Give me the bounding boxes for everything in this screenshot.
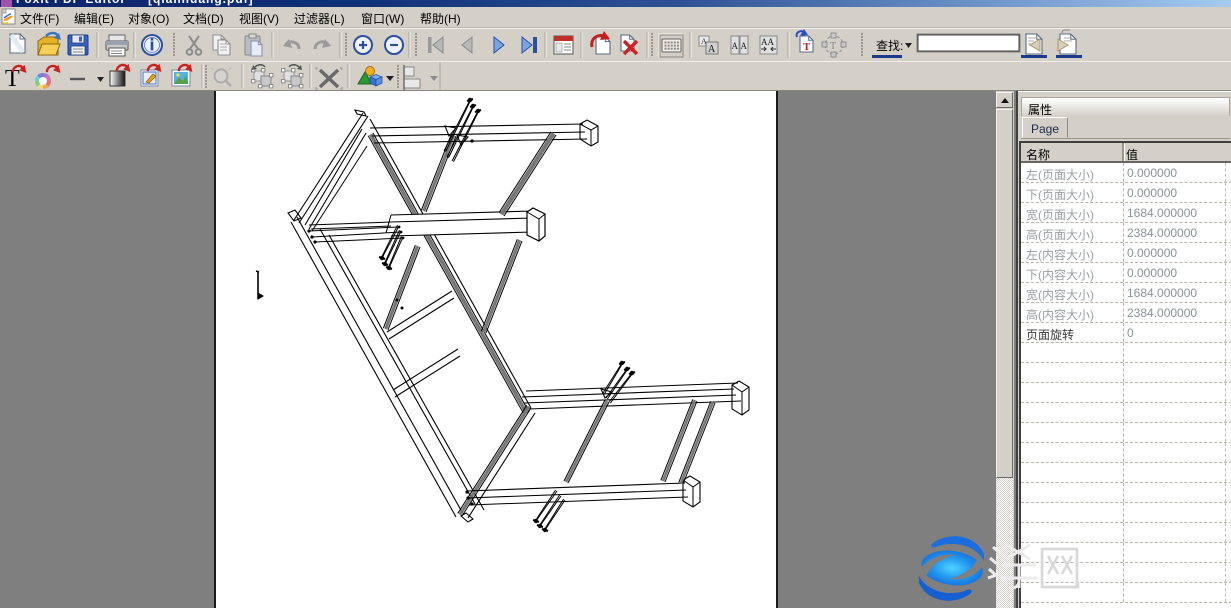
svg-text:A: A bbox=[708, 44, 716, 55]
svg-text:T: T bbox=[803, 41, 811, 53]
svg-text:T: T bbox=[830, 41, 836, 52]
svg-text:AA: AA bbox=[761, 37, 774, 47]
svg-text:A: A bbox=[732, 41, 739, 51]
svg-text:查找:: 查找: bbox=[876, 39, 903, 53]
svg-text:A: A bbox=[741, 41, 748, 51]
